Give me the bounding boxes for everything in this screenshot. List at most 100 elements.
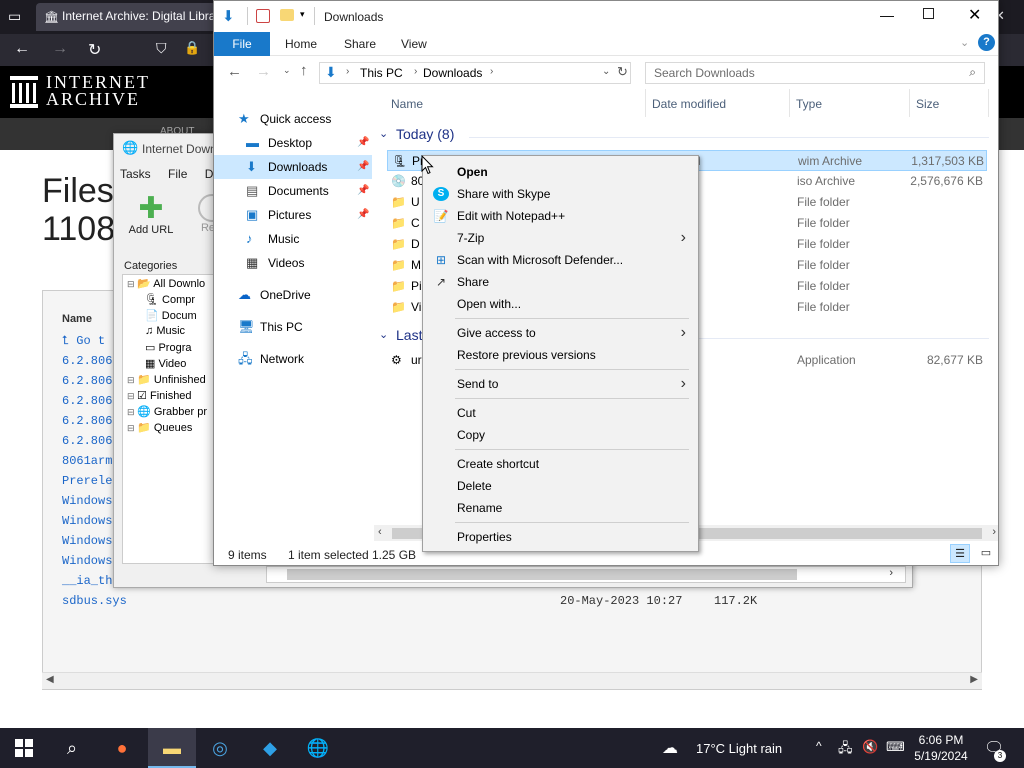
column-type[interactable]: Type [796, 97, 822, 111]
address-field[interactable]: ⬇ › This PC › Downloads › ⌄ ↻ [319, 62, 631, 84]
nav-item[interactable]: ☁ OneDrive [214, 283, 372, 307]
listing-name[interactable]: Windows [62, 534, 112, 548]
nav-item[interactable]: ▤ Documents 📌 [214, 179, 372, 203]
listing-name[interactable]: __ia_th [62, 574, 112, 588]
menu-item-restore-previous-versions[interactable]: Restore previous versions [425, 344, 696, 366]
listing-name[interactable]: 8061arm [62, 454, 112, 468]
listing-name[interactable]: 6.2.806 [62, 374, 112, 388]
page-horizontal-scrollbar[interactable]: ◀ ▶ [42, 672, 982, 689]
listing-row[interactable]: Windows [62, 534, 112, 548]
clock[interactable]: 6:06 PM 5/19/2024 [910, 732, 972, 764]
minimize-icon[interactable]: — [880, 7, 894, 23]
search-input[interactable]: Search Downloads ⌕ [645, 62, 985, 84]
expand-ribbon-icon[interactable]: ⌄ [960, 36, 969, 49]
breadcrumb-downloads[interactable]: Downloads [423, 66, 482, 80]
breadcrumb-chevron-icon[interactable]: › [414, 66, 417, 77]
details-view-icon[interactable]: ☰ [950, 544, 970, 563]
search-taskbar-icon[interactable]: ⌕ [48, 728, 96, 768]
file-explorer-taskbar-icon[interactable]: ▬ [148, 728, 196, 768]
listing-row[interactable]: 6.2.806 [62, 394, 112, 408]
pin-icon[interactable]: 📌 [357, 179, 369, 203]
scroll-left-icon[interactable]: ‹ [378, 526, 382, 538]
column-name[interactable]: Name [391, 97, 423, 111]
scroll-right-icon[interactable]: ▶ [970, 674, 978, 685]
menu-item-cut[interactable]: Cut [425, 402, 696, 424]
category-item[interactable]: ⊟ 📁 Queues [127, 421, 192, 434]
menu-item-7-zip[interactable]: 7-Zip › [425, 227, 696, 249]
category-item[interactable]: ♫ Music [145, 325, 185, 337]
quick-access-dropdown-icon[interactable]: ▾ [300, 9, 305, 20]
close-window-icon[interactable]: ✕ [968, 5, 981, 25]
recent-locations-icon[interactable]: ⌄ [283, 65, 291, 76]
archive-logo-icon[interactable] [10, 76, 38, 108]
expand-toggle-icon[interactable]: ⊟ [127, 423, 137, 433]
nav-item[interactable]: ▬ Desktop 📌 [214, 131, 372, 155]
weather-text[interactable]: 17°C Light rain [696, 741, 782, 756]
menu-item-send-to[interactable]: Send to › [425, 373, 696, 395]
listing-name[interactable]: Go t [76, 334, 105, 348]
start-button[interactable] [0, 728, 48, 768]
help-icon[interactable]: ? [978, 34, 995, 51]
pin-icon[interactable]: 📌 [357, 155, 369, 179]
browser-tab[interactable]: 🏛 Internet Archive: Digital Libra [36, 3, 216, 31]
scroll-left-icon[interactable]: ◀ [46, 674, 54, 685]
menu-item-share[interactable]: ↗ Share [425, 271, 696, 293]
menu-item-give-access-to[interactable]: Give access to › [425, 322, 696, 344]
category-item[interactable]: ⊟ ☑ Finished [127, 389, 192, 402]
collapse-last-icon[interactable]: ⌄ [379, 328, 388, 341]
listing-name[interactable]: 6.2.806 [62, 434, 112, 448]
menu-item-edit-with-notepad[interactable]: 📝 Edit with Notepad++ [425, 205, 696, 227]
idm-menu-file[interactable]: File [168, 167, 187, 181]
menu-item-open-with[interactable]: Open with... [425, 293, 696, 315]
listing-row[interactable]: 6.2.806 [62, 374, 112, 388]
search-icon[interactable]: ⌕ [969, 65, 976, 80]
name-column-header[interactable]: Name [62, 313, 92, 325]
pin-icon[interactable]: 📌 [357, 131, 369, 155]
shield-icon[interactable]: ⛉ [156, 40, 167, 57]
listing-name[interactable]: Prerele [62, 474, 112, 488]
nav-item[interactable]: 🖧 Network [214, 347, 372, 371]
listing-name[interactable]: Windows [62, 494, 112, 508]
listing-name[interactable]: Windows [62, 514, 112, 528]
column-date-modified[interactable]: Date modified [652, 97, 726, 111]
chrome-taskbar-icon[interactable]: ◎ [196, 728, 244, 768]
back-icon[interactable]: ← [14, 40, 30, 58]
nav-item[interactable]: ♪ Music [214, 227, 372, 251]
lock-icon[interactable]: 🔒 [184, 40, 200, 56]
new-folder-quick-icon[interactable] [280, 9, 294, 21]
category-item[interactable]: ▦ Video [145, 357, 186, 370]
listing-name[interactable]: sdbus.sys [62, 594, 127, 608]
listing-row[interactable]: Prerele [62, 474, 112, 488]
listing-row[interactable]: Windows [62, 494, 112, 508]
scroll-right-icon[interactable]: › [889, 567, 893, 579]
listing-name[interactable]: Windows [62, 554, 112, 568]
collapse-today-icon[interactable]: ⌄ [379, 127, 388, 140]
tab-view[interactable]: View [401, 37, 427, 51]
group-today[interactable]: Today (8) [396, 126, 454, 142]
breadcrumb-chevron-icon[interactable]: › [346, 66, 349, 77]
listing-row[interactable]: 8061arm [62, 454, 112, 468]
listing-row[interactable]: Windows [62, 514, 112, 528]
expand-toggle-icon[interactable]: ⊟ [127, 391, 137, 401]
large-icons-view-icon[interactable]: ▭ [976, 544, 996, 563]
listing-row[interactable]: sdbus.sys 20-May-2023 10:27 117.2K [62, 594, 757, 608]
menu-item-scan-with-microsoft-defender[interactable]: ⊞ Scan with Microsoft Defender... [425, 249, 696, 271]
menu-item-share-with-skype[interactable]: S Share with Skype [425, 183, 696, 205]
reload-icon[interactable]: ↻ [88, 40, 101, 60]
maximize-icon[interactable] [923, 8, 934, 19]
back-arrow-icon[interactable]: ← [227, 63, 242, 80]
idm-menu-tasks[interactable]: Tasks [120, 167, 151, 181]
firefox-taskbar-icon[interactable]: ● [98, 728, 146, 768]
address-dropdown-icon[interactable]: ⌄ [602, 66, 610, 77]
tab-overview-icon[interactable]: ▭ [8, 8, 21, 25]
breadcrumb-chevron-icon[interactable]: › [490, 66, 493, 77]
listing-name[interactable]: 6.2.806 [62, 394, 112, 408]
listing-name[interactable]: 6.2.806 [62, 354, 112, 368]
listing-row[interactable]: 6.2.806 [62, 434, 112, 448]
nav-item[interactable]: 🖥 This PC [214, 315, 372, 339]
group-last[interactable]: Last [396, 327, 422, 343]
forward-icon[interactable]: → [52, 40, 68, 58]
scroll-thumb[interactable] [287, 569, 797, 580]
add-url-button[interactable]: ✚ Add URL [126, 194, 176, 237]
category-item[interactable]: 🗜 Compr [145, 293, 195, 306]
